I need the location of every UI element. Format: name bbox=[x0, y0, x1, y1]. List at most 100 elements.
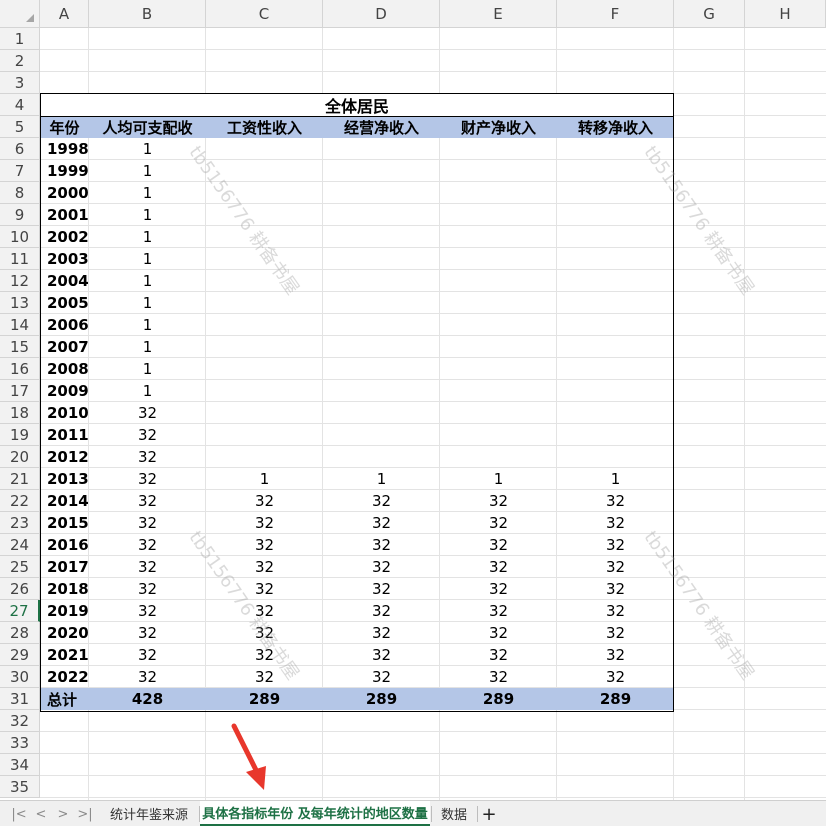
value-cell[interactable]: 1 bbox=[89, 204, 206, 226]
row-header-16[interactable]: 16 bbox=[0, 358, 40, 380]
value-cell[interactable]: 32 bbox=[89, 556, 206, 578]
value-cell[interactable] bbox=[323, 270, 440, 292]
row-header-14[interactable]: 14 bbox=[0, 314, 40, 336]
row-header-12[interactable]: 12 bbox=[0, 270, 40, 292]
year-cell[interactable]: 2018 bbox=[40, 578, 89, 600]
value-cell[interactable] bbox=[206, 358, 323, 380]
value-cell[interactable]: 32 bbox=[557, 512, 674, 534]
row-header-27[interactable]: 27 bbox=[0, 600, 40, 622]
value-cell[interactable]: 1 bbox=[89, 182, 206, 204]
row-header-32[interactable]: 32 bbox=[0, 710, 40, 732]
value-cell[interactable] bbox=[440, 380, 557, 402]
value-cell[interactable]: 1 bbox=[89, 270, 206, 292]
value-cell[interactable]: 1 bbox=[557, 468, 674, 490]
row-header-15[interactable]: 15 bbox=[0, 336, 40, 358]
year-cell[interactable]: 2013 bbox=[40, 468, 89, 490]
value-cell[interactable] bbox=[557, 336, 674, 358]
column-header-a[interactable]: A bbox=[40, 0, 89, 28]
value-cell[interactable]: 32 bbox=[557, 600, 674, 622]
value-cell[interactable]: 32 bbox=[89, 600, 206, 622]
value-cell[interactable] bbox=[323, 336, 440, 358]
table-header-cell[interactable]: 转移净收入 bbox=[557, 116, 674, 138]
value-cell[interactable]: 32 bbox=[89, 512, 206, 534]
table-header-cell[interactable]: 工资性收入 bbox=[206, 116, 323, 138]
value-cell[interactable]: 32 bbox=[89, 666, 206, 688]
value-cell[interactable] bbox=[323, 204, 440, 226]
value-cell[interactable]: 1 bbox=[89, 358, 206, 380]
value-cell[interactable]: 32 bbox=[323, 534, 440, 556]
value-cell[interactable] bbox=[557, 182, 674, 204]
value-cell[interactable]: 32 bbox=[206, 534, 323, 556]
value-cell[interactable]: 32 bbox=[89, 622, 206, 644]
prev-sheet-button[interactable]: < bbox=[30, 801, 52, 827]
value-cell[interactable]: 32 bbox=[206, 578, 323, 600]
year-cell[interactable]: 2010 bbox=[40, 402, 89, 424]
value-cell[interactable] bbox=[323, 424, 440, 446]
year-cell[interactable]: 2002 bbox=[40, 226, 89, 248]
value-cell[interactable]: 32 bbox=[206, 622, 323, 644]
year-cell[interactable]: 2001 bbox=[40, 204, 89, 226]
first-sheet-button[interactable]: |< bbox=[8, 801, 30, 827]
total-value-cell[interactable]: 289 bbox=[206, 688, 323, 710]
row-header-2[interactable]: 2 bbox=[0, 50, 40, 72]
row-header-31[interactable]: 31 bbox=[0, 688, 40, 710]
year-cell[interactable]: 2015 bbox=[40, 512, 89, 534]
value-cell[interactable] bbox=[323, 138, 440, 160]
row-header-34[interactable]: 34 bbox=[0, 754, 40, 776]
value-cell[interactable]: 1 bbox=[206, 468, 323, 490]
year-cell[interactable]: 1999 bbox=[40, 160, 89, 182]
row-header-28[interactable]: 28 bbox=[0, 622, 40, 644]
year-cell[interactable]: 1998 bbox=[40, 138, 89, 160]
value-cell[interactable]: 32 bbox=[206, 556, 323, 578]
value-cell[interactable] bbox=[206, 292, 323, 314]
value-cell[interactable] bbox=[557, 424, 674, 446]
row-header-30[interactable]: 30 bbox=[0, 666, 40, 688]
year-cell[interactable]: 2004 bbox=[40, 270, 89, 292]
value-cell[interactable] bbox=[206, 424, 323, 446]
value-cell[interactable]: 1 bbox=[89, 248, 206, 270]
value-cell[interactable] bbox=[440, 424, 557, 446]
value-cell[interactable] bbox=[557, 270, 674, 292]
value-cell[interactable] bbox=[557, 380, 674, 402]
value-cell[interactable]: 1 bbox=[89, 138, 206, 160]
value-cell[interactable]: 32 bbox=[323, 512, 440, 534]
value-cell[interactable]: 32 bbox=[323, 600, 440, 622]
year-cell[interactable]: 2011 bbox=[40, 424, 89, 446]
year-cell[interactable]: 2007 bbox=[40, 336, 89, 358]
value-cell[interactable] bbox=[440, 270, 557, 292]
year-cell[interactable]: 2012 bbox=[40, 446, 89, 468]
value-cell[interactable] bbox=[440, 182, 557, 204]
row-header-19[interactable]: 19 bbox=[0, 424, 40, 446]
value-cell[interactable]: 32 bbox=[440, 666, 557, 688]
value-cell[interactable]: 1 bbox=[89, 226, 206, 248]
value-cell[interactable]: 1 bbox=[89, 336, 206, 358]
value-cell[interactable] bbox=[440, 292, 557, 314]
row-header-9[interactable]: 9 bbox=[0, 204, 40, 226]
spreadsheet-grid[interactable]: ABCDEFGH 1 2 3 4 5 6 7 8 9 10 11 12 13 14 15 16 17 18 19 20… bbox=[0, 0, 826, 800]
value-cell[interactable] bbox=[440, 446, 557, 468]
value-cell[interactable]: 32 bbox=[323, 666, 440, 688]
value-cell[interactable] bbox=[440, 336, 557, 358]
row-header-25[interactable]: 25 bbox=[0, 556, 40, 578]
value-cell[interactable]: 32 bbox=[89, 424, 206, 446]
value-cell[interactable]: 32 bbox=[440, 490, 557, 512]
value-cell[interactable]: 32 bbox=[89, 490, 206, 512]
value-cell[interactable]: 32 bbox=[557, 622, 674, 644]
value-cell[interactable] bbox=[206, 446, 323, 468]
total-value-cell[interactable]: 289 bbox=[557, 688, 674, 710]
value-cell[interactable]: 32 bbox=[557, 556, 674, 578]
value-cell[interactable] bbox=[440, 204, 557, 226]
row-header-29[interactable]: 29 bbox=[0, 644, 40, 666]
value-cell[interactable]: 32 bbox=[89, 644, 206, 666]
value-cell[interactable]: 32 bbox=[323, 556, 440, 578]
row-header-7[interactable]: 7 bbox=[0, 160, 40, 182]
column-header-b[interactable]: B bbox=[89, 0, 206, 28]
tab-source[interactable]: 统计年鉴来源 bbox=[100, 801, 198, 826]
column-header-e[interactable]: E bbox=[440, 0, 557, 28]
total-value-cell[interactable]: 289 bbox=[323, 688, 440, 710]
value-cell[interactable] bbox=[557, 138, 674, 160]
value-cell[interactable] bbox=[557, 314, 674, 336]
value-cell[interactable] bbox=[323, 160, 440, 182]
value-cell[interactable]: 32 bbox=[440, 534, 557, 556]
row-header-4[interactable]: 4 bbox=[0, 94, 40, 116]
